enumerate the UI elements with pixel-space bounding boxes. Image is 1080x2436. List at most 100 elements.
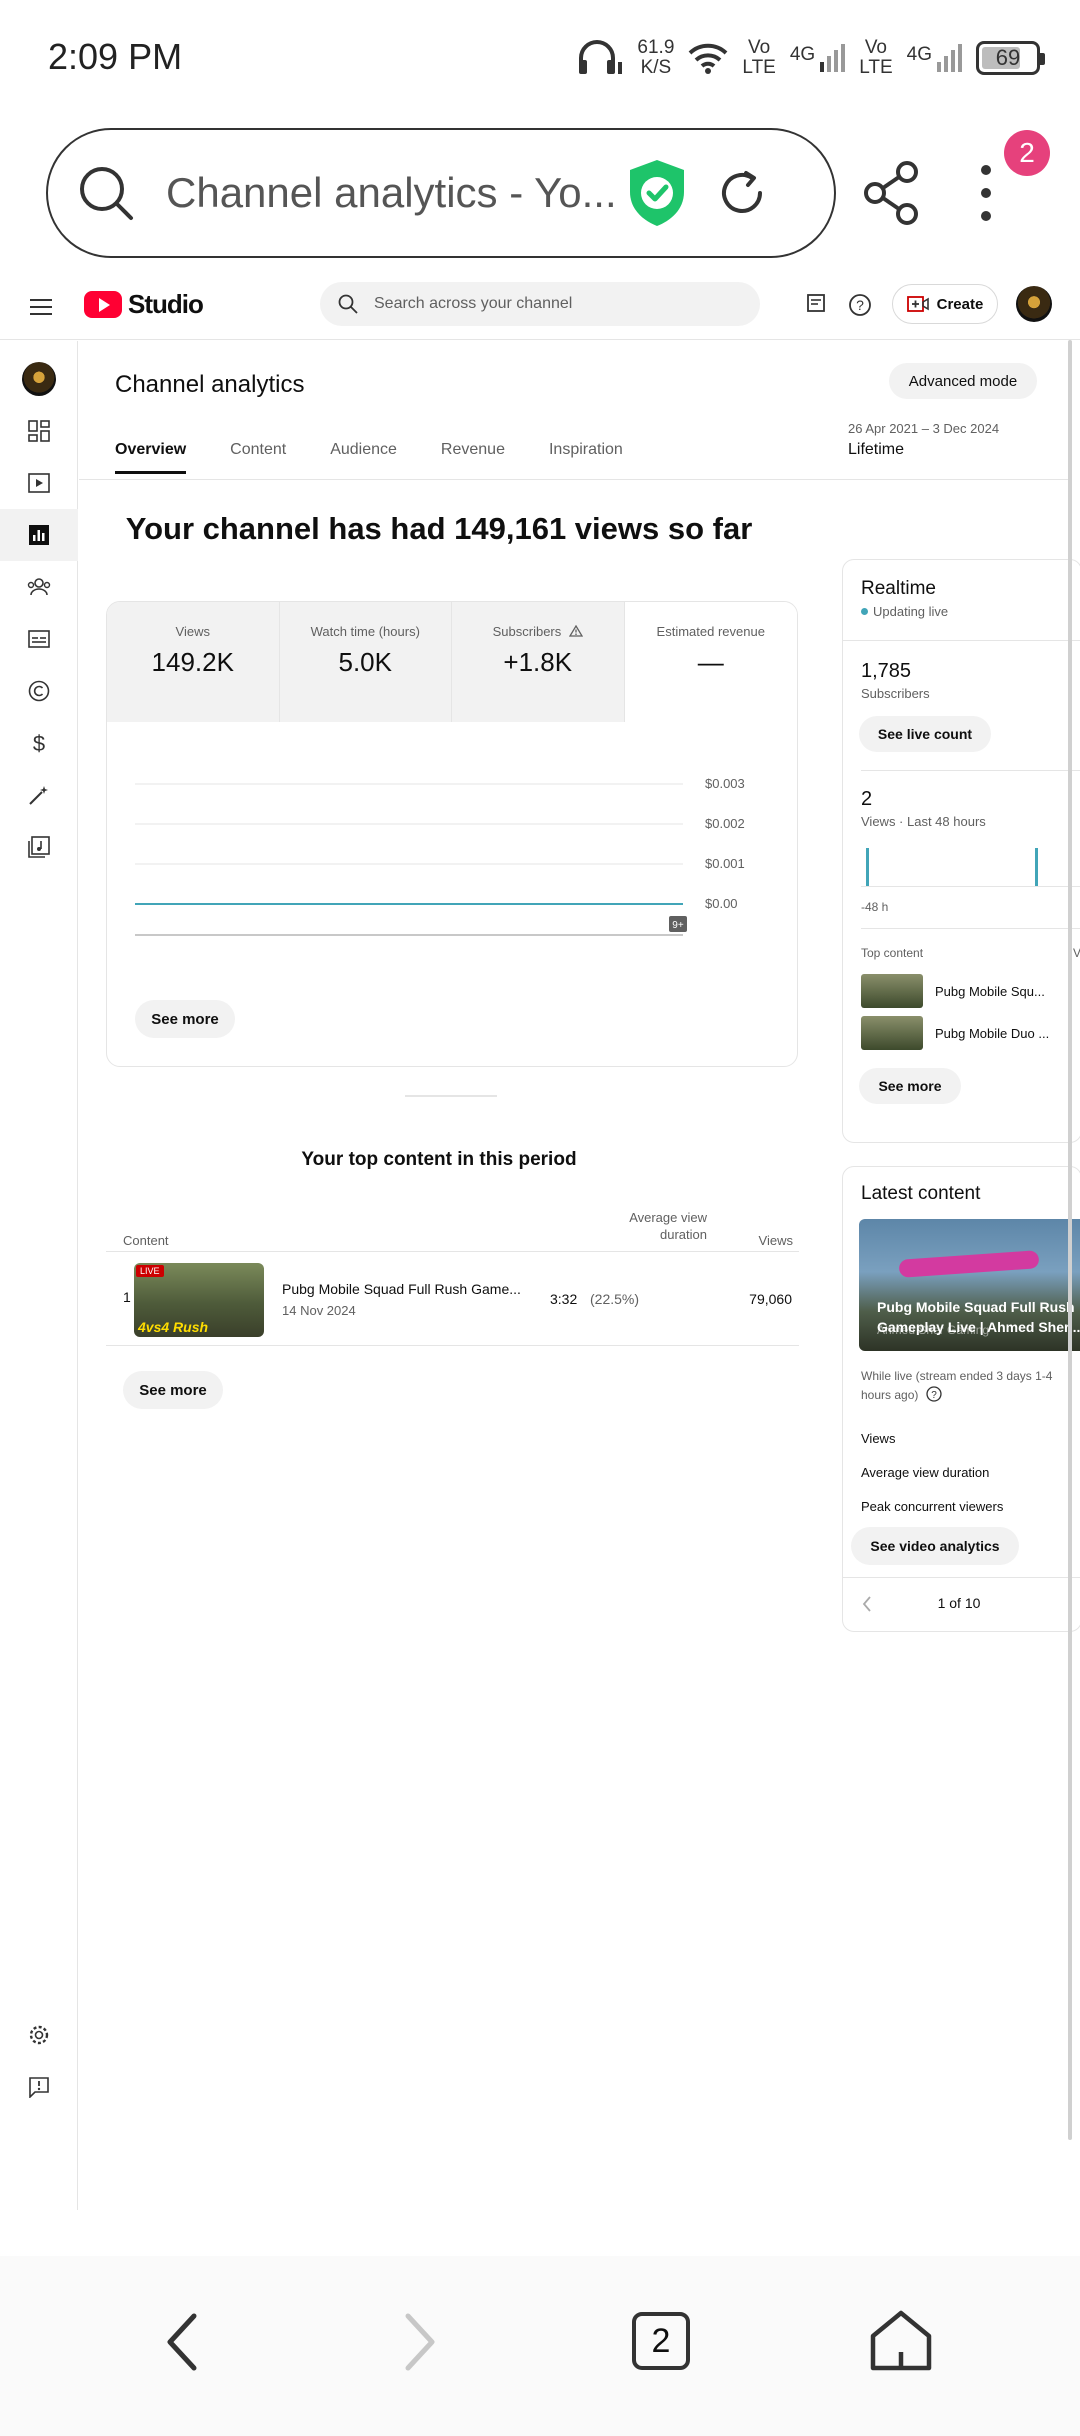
y-tick-label: $0.002	[705, 816, 745, 831]
metric-watch-time[interactable]: Watch time (hours) 5.0K	[279, 602, 452, 722]
sim1-signal-icon: 4G	[790, 44, 846, 72]
date-range[interactable]: 26 Apr 2021 – 3 Dec 2024	[848, 421, 999, 436]
shield-check-icon	[630, 160, 684, 226]
overview-chart[interactable]: $0.003 $0.002 $0.001 $0.00 26 A... 2 Dec 2021…	[107, 722, 797, 952]
address-bar[interactable]: Channel analytics - Yo...	[46, 128, 836, 258]
notification-badge: 2	[1004, 130, 1050, 176]
column-content: Content	[123, 1233, 169, 1248]
sidebar-item-content[interactable]	[0, 457, 78, 509]
svg-text:?: ?	[931, 1390, 937, 1401]
realtime-item-thumbnail[interactable]	[861, 974, 923, 1008]
gear-icon	[29, 2025, 49, 2045]
sidebar-item-send-feedback[interactable]	[0, 2061, 78, 2113]
chevron-left-icon[interactable]	[861, 1595, 873, 1613]
account-avatar[interactable]	[1016, 286, 1052, 322]
table-row[interactable]: 1 LIVE 4vs4 Rush Pubg Mobile Squad Full …	[106, 1253, 799, 1345]
search-icon	[80, 167, 133, 220]
analytics-tabs: Overview Content Audience Revenue Inspir…	[115, 441, 623, 474]
sidebar-item-audio-library[interactable]	[0, 821, 78, 873]
help-icon[interactable]: ?	[926, 1386, 942, 1402]
feedback-icon[interactable]	[806, 293, 826, 315]
forward-arrow-icon[interactable]	[398, 2310, 442, 2374]
help-icon[interactable]: ?	[848, 293, 872, 317]
y-tick-label: $0.003	[705, 776, 745, 791]
tab-inspiration[interactable]: Inspiration	[549, 441, 623, 474]
subtitles-icon	[28, 630, 50, 648]
address-text[interactable]: Channel analytics - Yo...	[166, 169, 616, 217]
channel-search-input[interactable]: Search across your channel	[320, 282, 760, 326]
sidebar-item-settings[interactable]	[0, 2009, 78, 2061]
sidebar-item-copyright[interactable]	[0, 665, 78, 717]
realtime-item-title[interactable]: Pubg Mobile Squ...	[935, 984, 1045, 999]
scrollbar[interactable]	[1068, 340, 1072, 2140]
top-content-see-more-button[interactable]: See more	[123, 1371, 223, 1409]
y-tick-label: $0.001	[705, 856, 745, 871]
row-views: 79,060	[749, 1291, 792, 1307]
create-button[interactable]: Create	[892, 284, 998, 324]
x-tick-label: 14 Feb 2023	[375, 950, 448, 952]
divider	[861, 770, 1080, 771]
hamburger-menu-icon[interactable]	[30, 298, 52, 316]
live-badge: LIVE	[136, 1265, 164, 1277]
video-title[interactable]: Pubg Mobile Squad Full Rush Game...	[282, 1281, 521, 1297]
feedback-alert-icon	[29, 2077, 49, 2098]
avg-duration-pct: (22.5%)	[590, 1291, 640, 1307]
tab-audience[interactable]: Audience	[330, 441, 397, 474]
date-range-label[interactable]: Lifetime	[848, 441, 904, 459]
sidebar-item-subtitles[interactable]	[0, 613, 78, 665]
video-thumbnail[interactable]: LIVE 4vs4 Rush	[134, 1263, 264, 1337]
dollar-icon: $	[33, 731, 45, 755]
youtube-studio-logo[interactable]: Studio	[84, 289, 204, 320]
realtime-title: Realtime	[861, 578, 936, 599]
battery-icon: 69	[976, 41, 1045, 75]
sidebar-channel-avatar[interactable]	[0, 353, 78, 405]
magic-wand-icon	[29, 786, 48, 805]
sidebar-item-analytics[interactable]	[0, 509, 78, 561]
realtime-axis-label: -48 h	[861, 900, 889, 914]
metric-subscribers[interactable]: Subscribers +1.8K	[452, 602, 625, 722]
tab-revenue[interactable]: Revenue	[441, 441, 505, 474]
realtime-see-more-button[interactable]: See more	[859, 1068, 961, 1104]
column-views[interactable]: Views	[743, 1233, 793, 1248]
realtime-bar	[866, 848, 869, 886]
tab-overview[interactable]: Overview	[115, 441, 187, 474]
realtime-views-label: Views · Last 48 hours	[861, 814, 986, 829]
sidebar-item-customization[interactable]	[0, 769, 78, 821]
dashboard-icon	[28, 420, 50, 442]
metrics-see-more-button[interactable]: See more	[135, 1000, 235, 1038]
tab-content[interactable]: Content	[230, 441, 286, 474]
views-headline: Your channel has had 149,161 views so fa…	[125, 511, 753, 546]
realtime-item-thumbnail[interactable]	[861, 1016, 923, 1050]
svg-text:$: $	[33, 731, 45, 755]
see-video-analytics-button[interactable]: See video analytics	[851, 1527, 1019, 1565]
realtime-item-title[interactable]: Pubg Mobile Duo ...	[935, 1026, 1049, 1041]
metric-estimated-revenue[interactable]: Estimated revenue —	[624, 602, 797, 722]
sidebar-item-dashboard[interactable]	[0, 405, 78, 457]
tabs-button[interactable]: 2	[632, 2312, 690, 2370]
section-divider	[405, 1095, 497, 1097]
sidebar-item-community[interactable]	[0, 561, 78, 613]
share-icon[interactable]	[862, 160, 922, 226]
wifi-icon	[689, 43, 728, 74]
sidebar-item-earn[interactable]: $	[0, 717, 78, 769]
reload-icon[interactable]	[714, 165, 770, 221]
latest-video-thumbnail[interactable]: Ahmed Sher Gaming Pubg Mobile Squad Full…	[859, 1219, 1080, 1351]
community-icon	[27, 578, 51, 596]
plane-graphic	[898, 1250, 1040, 1278]
sim1-volte: Vo LTE	[742, 37, 776, 78]
home-icon[interactable]	[868, 2308, 934, 2372]
metric-views[interactable]: Views 149.2K	[107, 602, 280, 722]
page-title: Channel analytics	[115, 371, 305, 398]
stat-views: Views	[861, 1431, 896, 1446]
advanced-mode-button[interactable]: Advanced mode	[889, 363, 1037, 399]
back-arrow-icon[interactable]	[160, 2310, 204, 2374]
x-tick-label: 21 Sept 2023	[463, 950, 540, 952]
thumbnail-caption: 4vs4 Rush	[138, 1319, 209, 1335]
audio-library-icon	[28, 836, 50, 858]
see-live-count-button[interactable]: See live count	[859, 716, 991, 752]
more-vert-icon[interactable]	[976, 162, 996, 224]
realtime-subscribers-label: Subscribers	[861, 686, 930, 701]
realtime-bar-chart[interactable]	[861, 842, 1080, 892]
column-avg-view-duration[interactable]: Average view duration	[563, 1209, 707, 1243]
x-tick-label: 28 Apr 2024	[555, 950, 625, 952]
